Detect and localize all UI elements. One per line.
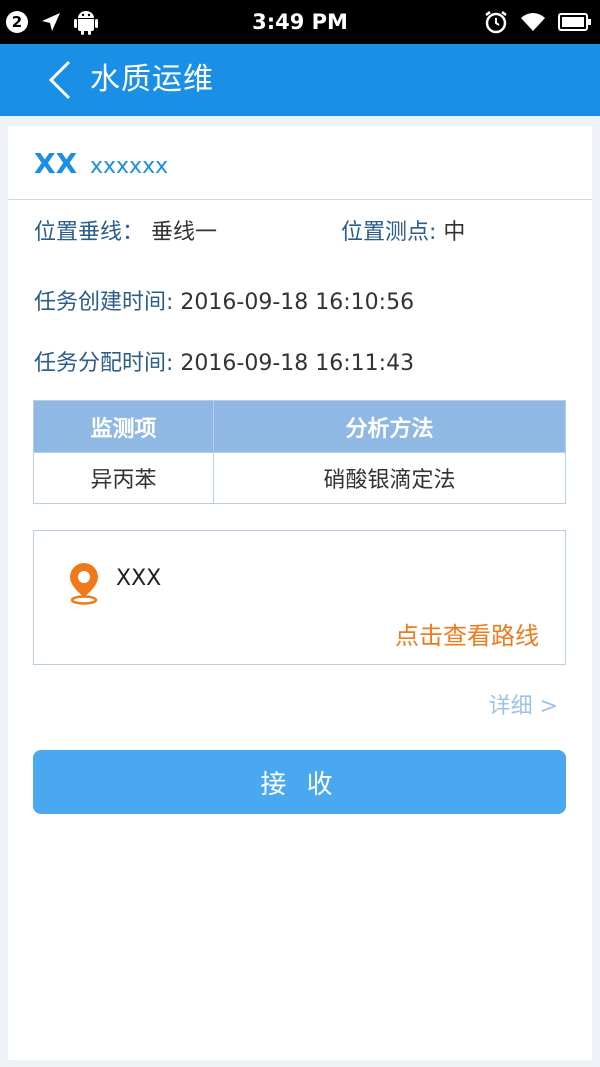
- status-bar: 2 3:49 PM: [0, 0, 600, 44]
- vertical-info: 位置垂线： 垂线一: [34, 218, 217, 248]
- app-header: 水质运维: [0, 44, 600, 116]
- task-title-row: XX xxxxxx: [8, 126, 592, 200]
- table-header-method: 分析方法: [345, 416, 434, 442]
- task-name: xxxxxx: [90, 154, 169, 179]
- monitoring-table: 监测项 分析方法 异丙苯 硝酸银滴定法: [33, 400, 566, 504]
- assigned-time-label: 任务分配时间:: [34, 351, 174, 376]
- battery-icon: [558, 13, 591, 31]
- back-button[interactable]: [40, 56, 80, 104]
- table-header-row: 监测项 分析方法: [34, 401, 565, 452]
- point-info: 位置测点: 中: [341, 218, 465, 248]
- accept-button[interactable]: 接 收: [33, 750, 566, 814]
- location-name: XXX: [116, 566, 162, 591]
- vertical-value: 垂线一: [151, 220, 218, 245]
- point-label: 位置测点:: [341, 220, 437, 245]
- created-time-label: 任务创建时间:: [34, 290, 174, 315]
- task-code: XX: [34, 147, 78, 180]
- point-value: 中: [443, 220, 466, 245]
- chevron-left-icon: [48, 60, 71, 100]
- view-route-link[interactable]: 点击查看路线: [395, 621, 539, 651]
- location-pin-icon: [70, 563, 98, 605]
- table-row: 异丙苯 硝酸银滴定法: [34, 452, 565, 503]
- assigned-time-value: 2016-09-18 16:11:43: [180, 351, 415, 376]
- wifi-icon: [521, 13, 545, 31]
- created-time-info: 任务创建时间: 2016-09-18 16:10:56: [34, 288, 414, 318]
- created-time-value: 2016-09-18 16:10:56: [180, 290, 415, 315]
- status-bar-right: [484, 8, 592, 36]
- detail-link[interactable]: 详细 >: [489, 692, 558, 722]
- vertical-label: 位置垂线：: [34, 220, 145, 245]
- location-box: XXX 点击查看路线: [33, 530, 566, 665]
- page-title: 水质运维: [90, 62, 214, 97]
- table-header-item: 监测项: [34, 401, 214, 452]
- assigned-time-info: 任务分配时间: 2016-09-18 16:11:43: [34, 349, 414, 379]
- table-cell-item: 异丙苯: [34, 453, 214, 503]
- table-cell-method: 硝酸银滴定法: [323, 468, 456, 493]
- task-detail-card: XX xxxxxx 位置垂线： 垂线一 位置测点: 中 任务创建时间: 2016…: [8, 126, 592, 1060]
- alarm-clock-icon: [485, 11, 507, 34]
